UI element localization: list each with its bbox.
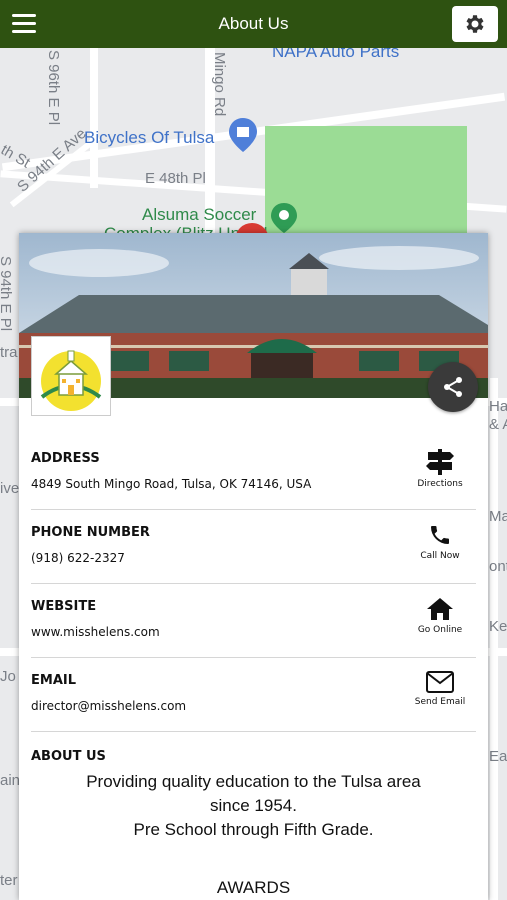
map-label-maxx: Maxx Hydraul <box>489 508 507 525</box>
map-label-frontier: ontier <box>489 558 507 575</box>
about-line: Pre School through Fifth Grade. <box>133 820 374 839</box>
website-value: www.misshelens.com <box>31 625 160 639</box>
map-label-hamm: Hamn <box>489 398 507 415</box>
signpost-icon <box>426 449 454 475</box>
map-label-auto: & Auto <box>489 416 507 433</box>
email-label: EMAIL <box>31 673 76 688</box>
shop-marker-icon[interactable] <box>229 118 257 152</box>
envelope-icon <box>426 671 454 693</box>
map-label-ter: ter <box>0 872 18 889</box>
business-info-card: ADDRESS 4849 South Mingo Road, Tulsa, OK… <box>19 233 488 900</box>
map-label-joe: Jo <box>0 668 16 685</box>
share-icon <box>444 377 462 397</box>
school-house-logo-icon <box>31 336 111 416</box>
phone-row: PHONE NUMBER (918) 622-2327 Call Now <box>31 509 476 584</box>
address-row: ADDRESS 4849 South Mingo Road, Tulsa, OK… <box>31 435 476 510</box>
map-label-alsuma[interactable]: Alsuma Soccer <box>142 205 256 225</box>
map-road <box>490 378 498 900</box>
map-label-eagle: Eagle E <box>489 748 507 765</box>
address-label: ADDRESS <box>31 451 100 466</box>
map-label-s96th: S 96th E Pl <box>45 50 62 126</box>
map-label-s94th-pl: S 94th E Pl <box>0 256 14 332</box>
call-now-button[interactable]: Call Now <box>404 523 476 561</box>
address-value: 4849 South Mingo Road, Tulsa, OK 74146, … <box>31 477 312 491</box>
website-label: WEBSITE <box>31 599 97 614</box>
park-marker-icon[interactable] <box>271 203 297 233</box>
home-icon <box>427 598 453 620</box>
about-line: Providing quality education to the Tulsa… <box>86 772 421 791</box>
go-online-button[interactable]: Go Online <box>404 597 476 635</box>
phone-value: (918) 622-2327 <box>31 551 125 565</box>
map-road <box>90 48 98 188</box>
map-label-ain: ain <box>0 772 21 789</box>
app-header: About Us <box>0 0 507 48</box>
settings-button[interactable] <box>452 6 498 42</box>
send-email-label: Send Email <box>414 697 466 707</box>
share-button[interactable] <box>428 362 478 412</box>
call-now-label: Call Now <box>420 551 460 561</box>
map-label-tra: tra <box>0 344 18 361</box>
map-label-ive: ive <box>0 480 20 497</box>
phone-icon <box>431 526 449 544</box>
about-us-text: Providing quality education to the Tulsa… <box>31 770 476 842</box>
about-us-label: ABOUT US <box>31 749 106 764</box>
map-label-napa: NAPA Auto Parts <box>272 48 400 61</box>
phone-label: PHONE NUMBER <box>31 525 150 540</box>
directions-label: Directions <box>417 479 463 489</box>
directions-button[interactable]: Directions <box>404 449 476 489</box>
page-title: About Us <box>218 14 289 33</box>
send-email-button[interactable]: Send Email <box>404 671 476 707</box>
website-row: WEBSITE www.misshelens.com Go Online <box>31 583 476 658</box>
map-label-kenco: Kenco Engineerin <box>489 618 507 635</box>
email-value: director@misshelens.com <box>31 699 187 713</box>
about-line: since 1954. <box>210 796 297 815</box>
go-online-label: Go Online <box>417 625 463 635</box>
map-label-mingo-rd: Mingo Rd <box>211 52 228 117</box>
map-label-bicycles[interactable]: Bicycles Of Tulsa <box>84 128 214 148</box>
awards-heading: AWARDS <box>216 878 291 897</box>
email-row: EMAIL director@misshelens.com Send Email <box>31 657 476 732</box>
map-label-e48th: E 48th Pl <box>145 170 206 187</box>
gear-icon <box>466 15 484 33</box>
